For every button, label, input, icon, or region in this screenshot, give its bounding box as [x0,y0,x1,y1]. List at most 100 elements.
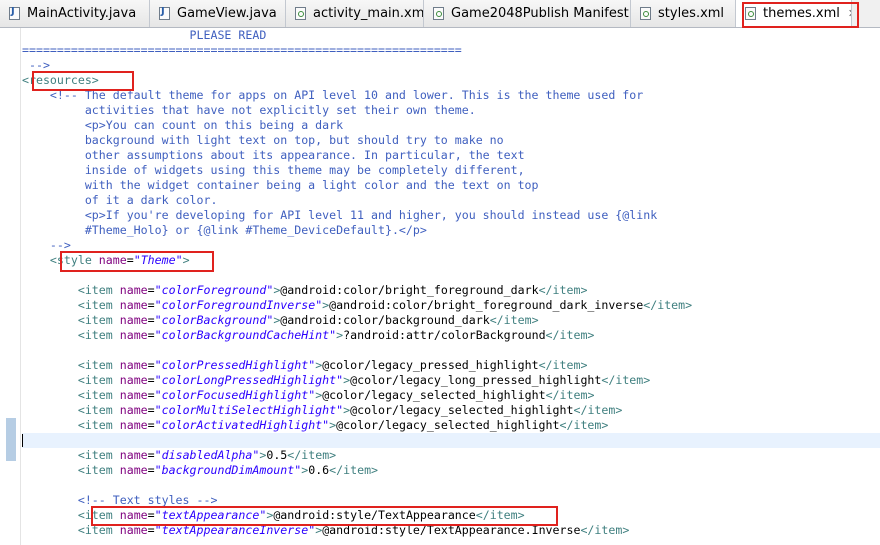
code-line[interactable]: with the widget container being a light … [22,178,880,193]
close-tab-icon[interactable]: ✕ [848,7,851,20]
item-text-value: ?android:attr/colorBackground [343,328,546,342]
xml-editor[interactable]: PLEASE READ =============================… [22,28,880,545]
code-line[interactable]: --> [22,238,880,253]
xml-quote: " [154,523,162,537]
xml-tag-open: <item [77,448,120,462]
xml-quote: " [154,388,162,402]
xml-tag-open: <item [77,313,120,327]
code-line[interactable]: <resources> [22,73,880,88]
item-text-value: @android:style/TextAppearance [273,508,476,522]
xml-end-tag: </item> [601,373,651,387]
xml-tag-open: <item [77,283,120,297]
xml-comment-line: inside of widgets using this theme may b… [22,163,525,177]
xml-tag-open: <item [77,328,120,342]
code-line[interactable]: <item name="textAppearanceInverse">@andr… [22,523,880,538]
xml-tag-open: <item [77,373,120,387]
tab-game2048publish-manifest[interactable]: Game2048Publish Manifest [424,0,631,27]
xml-quote: " [154,358,162,372]
xml-comment-line: <p>You can count on this being a dark [22,118,344,132]
xml-equals: = [147,358,155,372]
item-name-value: colorLongPressedHighlight [161,373,337,387]
code-line[interactable]: <p>If you're developing for API level 11… [22,208,880,223]
code-line[interactable]: #Theme_Holo} or {@link #Theme_DeviceDefa… [22,223,880,238]
code-line[interactable]: <item name="colorFocusedHighlight">@colo… [22,388,880,403]
tab-styles-xml[interactable]: styles.xml [631,0,736,27]
code-line[interactable]: ========================================… [22,43,880,58]
xml-end-tag: </item> [538,283,588,297]
xml-file-icon [640,7,651,20]
xml-end-tag: </item> [643,298,693,312]
xml-quote: " [133,253,141,267]
code-line[interactable]: --> [22,58,880,73]
xml-equals: = [147,448,155,462]
item-text-value: @android:style/TextAppearance.Inverse [322,523,581,537]
xml-comment-line: ========================================… [22,43,462,57]
item-name-value: colorBackgroundCacheHint [161,328,330,342]
xml-equals: = [147,403,155,417]
code-line[interactable]: other assumptions about its appearance. … [22,148,880,163]
xml-attribute-name: name [119,373,148,387]
code-line[interactable]: activities that have not explicitly set … [22,103,880,118]
code-line[interactable]: <p>You can count on this being a dark [22,118,880,133]
code-line[interactable]: <item name="colorBackground">@android:co… [22,313,880,328]
code-line[interactable]: background with light text on top, but s… [22,133,880,148]
xml-quote: " [154,463,162,477]
code-line[interactable]: of it a dark color. [22,193,880,208]
xml-attribute-name: name [98,253,127,267]
xml-comment-line: <!-- The default theme for apps on API l… [22,88,644,102]
xml-equals: = [147,328,155,342]
xml-equals: = [147,418,155,432]
xml-end-tag: </item> [580,523,630,537]
xml-end-tag: </item> [287,448,337,462]
code-line[interactable]: <item name="colorActivatedHighlight">@co… [22,418,880,433]
item-text-value: @color/legacy_selected_highlight [322,388,546,402]
item-text-value: @android:color/bright_foreground_dark [280,283,539,297]
code-line[interactable] [22,343,880,358]
code-line[interactable]: <item name="backgroundDimAmount">0.6</it… [22,463,880,478]
xml-quote: " [175,253,183,267]
xml-quote: " [154,373,162,387]
code-line[interactable]: <item name="colorLongPressedHighlight">@… [22,373,880,388]
code-area[interactable]: PLEASE READ =============================… [22,28,880,538]
tab-themes-xml[interactable]: themes.xml ✕ [736,0,852,27]
code-line[interactable] [22,268,880,283]
xml-attribute-name: name [119,313,148,327]
xml-tag-open: <item [77,298,120,312]
xml-tag-open: <style [49,253,99,267]
xml-equals: = [126,253,134,267]
item-text-value: 0.5 [266,448,288,462]
xml-tag-open: <item [77,523,120,537]
tab-mainactivity-java[interactable]: MainActivity.java [0,0,150,27]
xml-attribute-name: name [119,358,148,372]
code-line[interactable]: <item name="colorPressedHighlight">@colo… [22,358,880,373]
code-line[interactable]: PLEASE READ [22,28,880,43]
code-line[interactable] [22,433,880,448]
code-line[interactable]: <!-- The default theme for apps on API l… [22,88,880,103]
code-line[interactable]: <!-- Text styles --> [22,493,880,508]
code-line[interactable]: <item name="textAppearance">@android:sty… [22,508,880,523]
xml-end-tag: </item> [329,463,379,477]
code-line[interactable] [22,478,880,493]
code-line[interactable]: inside of widgets using this theme may b… [22,163,880,178]
code-line[interactable]: <item name="disabledAlpha">0.5</item> [22,448,880,463]
xml-attribute-name: name [119,283,148,297]
code-line[interactable]: <item name="colorBackgroundCacheHint">?a… [22,328,880,343]
code-line[interactable]: <item name="colorForegroundInverse">@and… [22,298,880,313]
xml-comment-line: other assumptions about its appearance. … [22,148,525,162]
xml-comment-line: PLEASE READ [22,28,267,42]
code-line[interactable]: <item name="colorMultiSelectHighlight">@… [22,403,880,418]
tab-activity-main-xml[interactable]: activity_main.xml [286,0,424,27]
xml-end-tag: </item> [545,328,595,342]
xml-tag-open: <item [77,508,120,522]
tab-gameview-java[interactable]: GameView.java [150,0,286,27]
code-line[interactable]: <style name="Theme"> [22,253,880,268]
code-line[interactable]: <item name="colorForeground">@android:co… [22,283,880,298]
xml-attribute-name: name [119,388,148,402]
xml-comment-line: --> [22,238,71,252]
